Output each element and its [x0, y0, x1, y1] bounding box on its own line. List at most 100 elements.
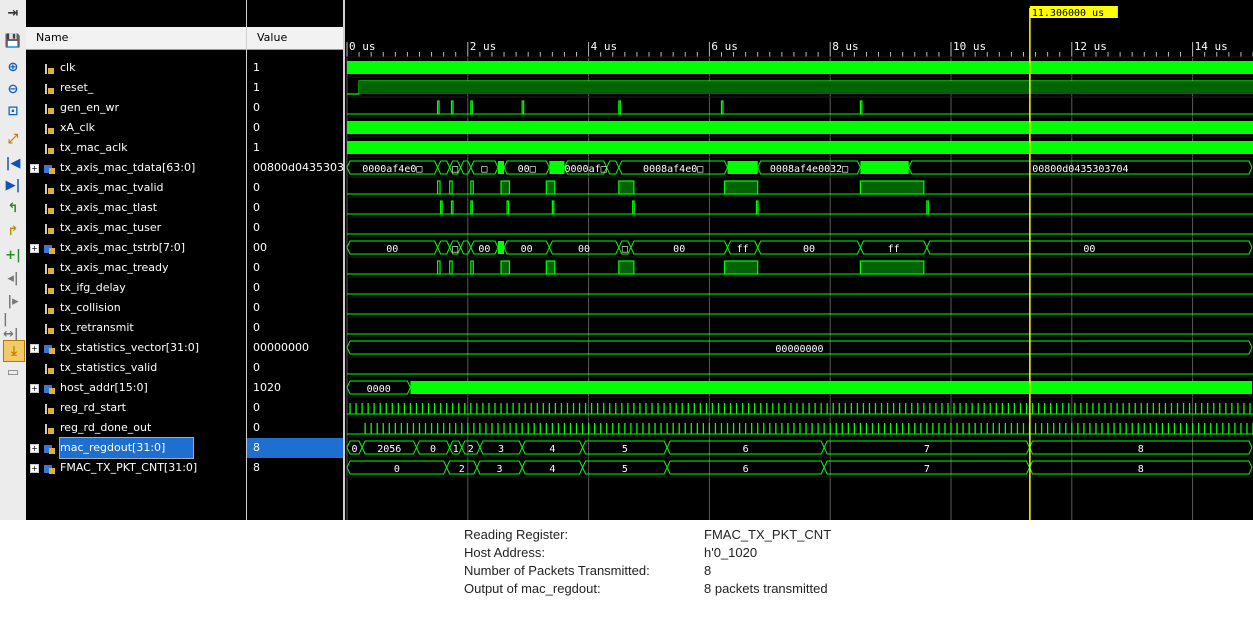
signal-row[interactable]: tx_ifg_delay	[26, 278, 246, 298]
pulse	[440, 200, 443, 215]
pulse	[632, 200, 635, 215]
add-marker-icon[interactable]: +|	[3, 245, 23, 265]
signal-name: reg_rd_start	[60, 401, 126, 414]
pulse	[450, 200, 454, 215]
signal-row[interactable]: + mac_regdout[31:0]	[26, 437, 246, 459]
expand-icon[interactable]: +	[30, 164, 39, 173]
signal-value-panel: Value 1 1 0 0 1 00800d04353037 0 0 0 00 0 0 0 0 000000…	[247, 0, 343, 520]
expand-icon[interactable]: +	[30, 384, 39, 393]
cursor-to-zoom-icon[interactable]: ⤢	[3, 129, 23, 149]
signal-row[interactable]: gen_en_wr	[26, 98, 246, 118]
marker-span-icon[interactable]: |↔|	[3, 312, 23, 342]
signal-row[interactable]: + tx_axis_mac_tdata[63:0]	[26, 158, 246, 178]
signal-name: xA_clk	[60, 121, 96, 134]
signal-row[interactable]: + tx_statistics_vector[31:0]	[26, 338, 246, 358]
signal-row[interactable]: reg_rd_done_out	[26, 418, 246, 438]
expand-icon[interactable]: +	[30, 244, 39, 253]
pulse	[618, 100, 621, 115]
bus-value-label: 0	[430, 444, 436, 455]
expand-icon[interactable]: +	[30, 444, 39, 453]
snap-icon[interactable]: ⤓	[3, 340, 25, 362]
signal-value: 0	[253, 101, 260, 114]
signal-row[interactable]: + FMAC_TX_PKT_CNT[31:0]	[26, 458, 246, 478]
next-marker-icon[interactable]: |▸	[3, 291, 23, 311]
expand-icon[interactable]: +	[30, 344, 39, 353]
bus-value-label: 0008af4e0□	[643, 164, 703, 175]
bus-value-label: 5	[622, 444, 628, 455]
signal-row[interactable]: tx_axis_mac_tlast	[26, 198, 246, 218]
zoom-fit-icon[interactable]: ⊡	[3, 101, 23, 121]
signal-row[interactable]: tx_statistics_valid	[26, 358, 246, 378]
signal-value: 00800d04353037	[253, 161, 343, 174]
signal-name: reg_rd_done_out	[60, 421, 152, 434]
bus-value-label: 6	[743, 464, 749, 475]
info-value: 8 packets transmitted	[704, 581, 828, 596]
bus-signal-icon	[43, 242, 56, 254]
signal-row[interactable]: tx_retransmit	[26, 318, 246, 338]
bus-segment	[437, 240, 451, 255]
bit-signal-icon	[43, 102, 56, 114]
signal-value: 0	[253, 281, 260, 294]
signal-name: tx_collision	[60, 301, 121, 314]
save-icon[interactable]: 💾	[3, 31, 23, 51]
time-tick-label: 10 us	[953, 40, 986, 53]
bus-dense	[410, 381, 1252, 394]
waveform-area[interactable]: 0 us 2 us 4 us 6 us 8 us 10 us 12 us 14 us 0000a…	[345, 0, 1253, 520]
signal-row[interactable]: tx_axis_mac_tuser	[26, 218, 246, 238]
pulse-block	[500, 180, 511, 195]
bit-signal-icon	[43, 82, 56, 94]
bus-value-label: 0	[394, 464, 400, 475]
signal-row[interactable]: tx_collision	[26, 298, 246, 318]
info-value: FMAC_TX_PKT_CNT	[704, 527, 832, 542]
bus-value-label: 00	[521, 244, 533, 255]
signal-value: 0	[253, 401, 260, 414]
signal-name: host_addr[15:0]	[60, 381, 148, 394]
pulse-block	[723, 260, 759, 275]
bus-value-label: 00	[673, 244, 685, 255]
pulse-block	[618, 260, 635, 275]
signal-row[interactable]: clk	[26, 58, 246, 78]
zoom-out-icon[interactable]: ⊖	[3, 79, 23, 99]
bus-value-label: 3	[498, 444, 504, 455]
info-value: h'0_1020	[704, 545, 758, 560]
bus-value-label: □	[481, 164, 487, 175]
signal-row[interactable]: tx_mac_aclk	[26, 138, 246, 158]
info-value: 8	[704, 563, 712, 578]
go-to-start-icon[interactable]: |◀	[3, 153, 23, 173]
previous-marker-icon[interactable]: ◂|	[3, 268, 23, 288]
signal-value: 0	[253, 201, 260, 214]
signal-value: 0	[253, 301, 260, 314]
swap-icon[interactable]: ▭	[3, 362, 23, 382]
signal-row[interactable]: + tx_axis_mac_tstrb[7:0]	[26, 238, 246, 258]
signal-row[interactable]: reg_rd_start	[26, 398, 246, 418]
info-label: Reading Register:	[464, 527, 569, 542]
waveform-canvas[interactable]: 0 us 2 us 4 us 6 us 8 us 10 us 12 us 14 us 0000a…	[345, 0, 1253, 520]
signal-row[interactable]: + host_addr[15:0]	[26, 378, 246, 398]
bus-value-label: 00800d0435303704	[1032, 164, 1128, 175]
signal-value: 0	[253, 121, 260, 134]
bus-value-label: 0000af4e0□	[362, 164, 422, 175]
expand-icon[interactable]: +	[30, 464, 39, 473]
pulse	[449, 180, 453, 195]
pulse-block	[859, 180, 925, 195]
value-column-header[interactable]: Value	[247, 27, 343, 50]
signal-row[interactable]: xA_clk	[26, 118, 246, 138]
bus-segment	[606, 160, 620, 175]
signal-value: 0	[253, 361, 260, 374]
pulse	[755, 200, 759, 215]
bus-signal-icon	[43, 342, 56, 354]
next-transition-icon[interactable]: ↱	[3, 221, 23, 241]
reset-high	[359, 81, 1253, 94]
zoom-in-icon[interactable]: ⊕	[3, 57, 23, 77]
bus-value-label: 0008af4e0032□	[770, 164, 848, 175]
signal-row[interactable]: tx_axis_mac_tready	[26, 258, 246, 278]
signal-name: tx_axis_mac_tdata[63:0]	[60, 161, 196, 174]
bus-dense	[727, 161, 758, 174]
go-to-icon[interactable]: ⇥	[3, 3, 23, 23]
name-column-header[interactable]: Name	[26, 27, 246, 50]
signal-row[interactable]: tx_axis_mac_tvalid	[26, 178, 246, 198]
previous-transition-icon[interactable]: ↰	[3, 198, 23, 218]
go-to-end-icon[interactable]: ▶|	[3, 175, 23, 195]
pulse	[470, 200, 473, 215]
signal-row[interactable]: reset_	[26, 78, 246, 98]
